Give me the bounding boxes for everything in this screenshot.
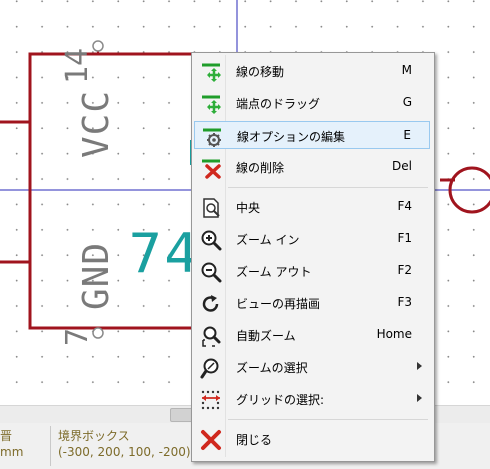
menu-item-label: ズームの選択 [236,361,308,375]
pin-name-gnd: GND [76,241,117,310]
menu-item-label: グリッドの選択: [236,393,325,407]
zoom-in-icon [201,230,222,251]
menu-item-shortcut: F2 [397,263,412,277]
menu-item-label: 閉じる [236,433,273,447]
move-line-icon [202,63,221,82]
submenu-arrow-icon [417,362,422,370]
menu-item-zoom-select[interactable]: ズームの選択 [194,353,430,381]
menu-item-shortcut: E [403,128,411,142]
units-header: 晋 [0,429,13,443]
menu-item-shortcut: M [401,63,412,77]
drag-endpoint-icon [202,95,221,114]
menu-item-shortcut: F4 [397,199,412,213]
menu-item-label: ビューの再描画 [236,297,321,311]
context-menu: 線の移動 M 端点のドラッグ G 線オプションの編集 E 線の削除 Del 中央… [191,52,435,462]
menu-item-drag-endpoint[interactable]: 端点のドラッグ G [194,89,430,117]
submenu-arrow-icon [417,394,422,402]
delete-line-icon [202,159,221,179]
menu-item-center[interactable]: 中央 F4 [194,193,430,221]
bbox-label: 境界ボックス [58,429,130,443]
menu-item-shortcut: F3 [397,295,412,309]
edit-line-options-icon [203,128,221,147]
pin-number-vcc: 14 [60,47,95,84]
menu-separator [228,419,428,420]
close-icon [201,430,221,450]
menu-item-move-line[interactable]: 線の移動 M [194,57,430,85]
menu-separator [228,187,428,188]
menu-item-grid-select[interactable]: グリッドの選択: [194,385,430,413]
menu-item-label: 線オプションの編集 [237,130,346,144]
menu-item-shortcut: G [402,95,412,109]
reference-designator: 74 [128,222,201,285]
grid-select-icon [201,390,220,410]
menu-item-delete-line[interactable]: 線の削除 Del [194,153,430,181]
menu-item-edit-line-options[interactable]: 線オプションの編集 E [194,121,430,149]
zoom-select-icon [200,358,219,379]
menu-item-label: 中央 [236,201,261,215]
units-label: mm [0,445,24,459]
menu-item-label: 端点のドラッグ [236,97,321,111]
menu-item-shortcut: F1 [397,231,412,245]
menu-item-close[interactable]: 閉じる [194,425,430,453]
menu-item-label: 自動ズーム [236,329,296,343]
status-separator [50,426,51,466]
menu-item-label: 線の移動 [236,65,285,79]
zoom-out-icon [201,262,222,283]
center-icon [203,198,220,218]
menu-item-zoom-in[interactable]: ズーム イン F1 [194,225,430,253]
redraw-icon [202,295,219,312]
zoom-auto-icon [202,326,221,347]
bbox-value: (-300, 200, 100, -200) [58,445,191,459]
menu-item-label: 線の削除 [236,161,285,175]
menu-item-shortcut: Home [376,327,412,341]
menu-item-label: ズーム アウト [236,265,312,279]
pin-number-gnd: 7 [60,327,95,346]
menu-item-label: ズーム イン [236,233,300,247]
menu-item-zoom-out[interactable]: ズーム アウト F2 [194,257,430,285]
menu-item-redraw[interactable]: ビューの再描画 F3 [194,289,430,317]
pin-name-vcc: VCC [76,89,117,158]
menu-item-shortcut: Del [392,159,412,173]
menu-item-zoom-auto[interactable]: 自動ズーム Home [194,321,430,349]
